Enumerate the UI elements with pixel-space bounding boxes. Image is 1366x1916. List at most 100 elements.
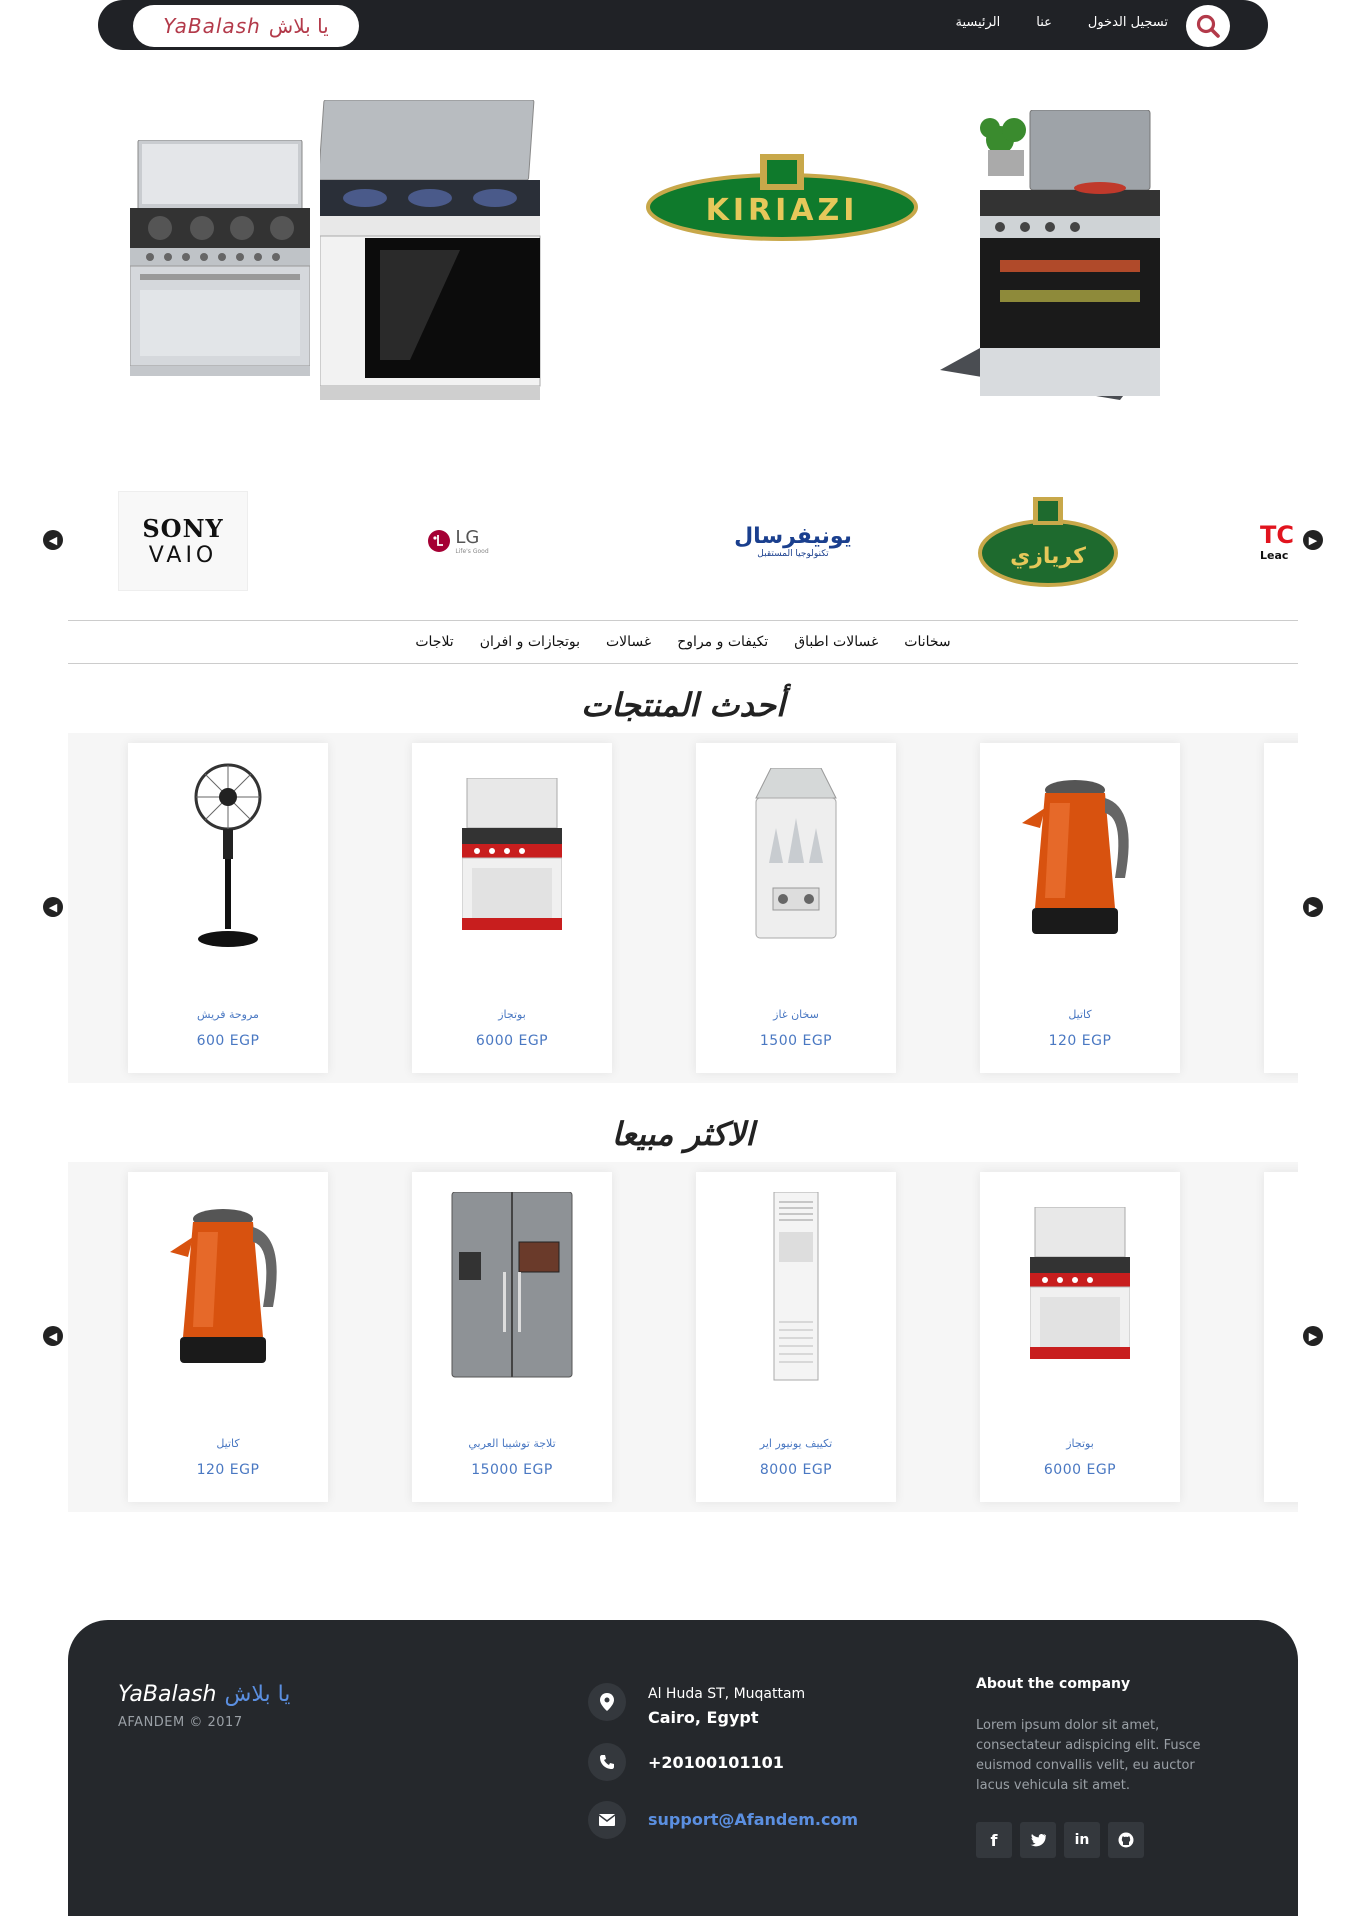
product-price: 120 EGP <box>196 1462 260 1478</box>
stove-icon <box>1030 1207 1130 1359</box>
product-card[interactable]: مروحة فريش 600 EGP <box>128 743 328 1073</box>
stove-image <box>130 140 310 376</box>
brand-arabic: يا بلاش <box>268 14 329 38</box>
address-line1: Al Huda ST, Muqattam <box>648 1686 806 1702</box>
product-image <box>980 1192 1180 1382</box>
nav-login[interactable]: تسجيل الدخول <box>1088 15 1168 30</box>
best-sellers-title: الاكثر مبيعا <box>611 1115 755 1153</box>
phone-icon-wrap <box>588 1743 626 1781</box>
vaio-label: VAIO <box>148 543 218 568</box>
product-card[interactable]: تلاجة توشيبا العربي 15000 EGP <box>412 1172 612 1502</box>
footer-brand[interactable]: YaBalash يا بلاش <box>118 1682 290 1707</box>
twitter-button[interactable] <box>1020 1822 1056 1858</box>
stove-image <box>940 110 1160 400</box>
product-price: 600 EGP <box>196 1033 260 1049</box>
address-line2: Cairo, Egypt <box>648 1708 759 1727</box>
lg-tagline: Life's Good <box>455 548 489 555</box>
product-price: 6000 EGP <box>475 1033 549 1049</box>
product-image <box>128 1192 328 1382</box>
about-text: Lorem ipsum dolor sit amet, consectateur… <box>976 1718 1201 1793</box>
phone-number[interactable]: +20100101101 <box>648 1753 784 1772</box>
brand-next-arrow[interactable]: ▶ <box>1303 530 1323 550</box>
kiriazi-logo: KIRIAZI <box>646 154 918 241</box>
sony-label: SONY <box>142 514 224 543</box>
location-icon <box>600 1693 614 1711</box>
lg-logo-icon <box>428 530 451 552</box>
product-card[interactable]: كاتيل 120 EGP <box>128 1172 328 1502</box>
universal-label: يونيفرسال <box>734 523 852 549</box>
brand-lg[interactable]: LG Life's Good <box>398 491 518 591</box>
category-dishwashers[interactable]: غسالات اطباق <box>794 634 878 650</box>
github-button[interactable] <box>1108 1822 1144 1858</box>
product-card-partial[interactable] <box>1264 743 1298 1073</box>
product-image <box>412 763 612 953</box>
page: تسجيل الدخول عنا الرئيسية YaBalash يا بل… <box>0 0 1366 1916</box>
brand-prev-arrow[interactable]: ◀ <box>43 530 63 550</box>
category-fridges[interactable]: تلاجات <box>415 634 453 650</box>
footer: YaBalash يا بلاش AFANDEM © 2017 Al Huda … <box>68 1620 1298 1916</box>
product-card-partial[interactable] <box>1264 1172 1298 1502</box>
best-prev-arrow[interactable]: ◀ <box>43 1326 63 1346</box>
latest-prev-arrow[interactable]: ◀ <box>43 897 63 917</box>
chevron-right-icon: ▶ <box>1308 533 1318 547</box>
category-washers[interactable]: غسالات <box>606 634 651 650</box>
phone-icon <box>600 1755 614 1769</box>
product-name: كاتيل <box>216 1437 240 1450</box>
brand-logo[interactable]: YaBalash يا بلاش <box>133 5 359 47</box>
brand-carousel: ◀ ▶ SONY VAIO LG Life's Good يونيفرسال ت… <box>43 485 1323 595</box>
kettle-icon <box>170 1209 277 1363</box>
chevron-right-icon: ▶ <box>1308 900 1318 914</box>
universal-tagline: تكنولوجيا المستقبل <box>757 548 829 559</box>
category-stoves-ovens[interactable]: بوتجازات و افران <box>480 634 580 650</box>
facebook-button[interactable]: f <box>976 1822 1012 1858</box>
best-sellers-carousel: كاتيل 120 EGP تلاجة توشيبا العربي 15000 … <box>68 1162 1298 1512</box>
category-ac-fans[interactable]: تكيفات و مراوح <box>677 634 768 650</box>
latest-products-carousel: مروحة فريش 600 EGP بوتجاز 6000 EGP سخان … <box>68 733 1298 1083</box>
linkedin-icon: in <box>1074 1832 1090 1848</box>
brand-sony-vaio[interactable]: SONY VAIO <box>118 491 248 591</box>
best-next-arrow[interactable]: ▶ <box>1303 1326 1323 1346</box>
brand-latin: YaBalash <box>163 14 261 38</box>
product-name: تكييف يونيور اير <box>759 1437 833 1450</box>
search-button[interactable] <box>1186 5 1230 47</box>
fridge-icon <box>451 1192 573 1378</box>
product-name: مروحة فريش <box>197 1008 259 1021</box>
kiriazi-logo-text: KIRIAZI <box>706 193 859 228</box>
heater-icon <box>755 768 837 939</box>
product-price: 120 EGP <box>1048 1033 1112 1049</box>
product-name: تلاجة توشيبا العربي <box>468 1437 556 1450</box>
product-price: 15000 EGP <box>471 1462 553 1478</box>
product-name: سخان غاز <box>773 1008 819 1021</box>
product-card[interactable]: بوتجاز 6000 EGP <box>980 1172 1180 1502</box>
nav-home[interactable]: الرئيسية <box>955 15 1000 30</box>
brand-tcl[interactable]: TC Leac <box>1260 491 1298 591</box>
product-image <box>980 763 1180 953</box>
tcl-sub: Leac <box>1260 548 1289 562</box>
category-heaters[interactable]: سخانات <box>904 634 950 650</box>
product-card[interactable]: كاتيل 120 EGP <box>980 743 1180 1073</box>
nav-about[interactable]: عنا <box>1036 15 1052 30</box>
stove-icon <box>462 778 562 930</box>
category-menu: سخانات غسالات اطباق تكيفات و مراوح غسالا… <box>68 620 1298 664</box>
twitter-icon <box>1030 1834 1046 1847</box>
product-image <box>412 1192 612 1382</box>
linkedin-button[interactable]: in <box>1064 1822 1100 1858</box>
product-card[interactable]: سخان غاز 1500 EGP <box>696 743 896 1073</box>
product-price: 6000 EGP <box>1043 1462 1117 1478</box>
top-navbar: تسجيل الدخول عنا الرئيسية YaBalash يا بل… <box>98 0 1268 50</box>
brand-universal[interactable]: يونيفرسال تكنولوجيا المستقبل <box>708 491 878 591</box>
about-title: About the company <box>976 1676 1131 1692</box>
email-link[interactable]: support@Afandem.com <box>648 1810 858 1829</box>
chevron-left-icon: ◀ <box>48 533 58 547</box>
brand-kiriazi[interactable]: كريازي <box>973 491 1123 591</box>
kiriazi-brand-text: كريازي <box>1010 544 1086 569</box>
latest-next-arrow[interactable]: ▶ <box>1303 897 1323 917</box>
product-image <box>128 763 328 953</box>
copyright: AFANDEM © 2017 <box>118 1715 243 1730</box>
product-card[interactable]: تكييف يونيور اير 8000 EGP <box>696 1172 896 1502</box>
tcl-label: TC <box>1260 520 1294 549</box>
footer-brand-arabic: يا بلاش <box>224 1682 291 1707</box>
product-price: 1500 EGP <box>759 1033 833 1049</box>
product-card[interactable]: بوتجاز 6000 EGP <box>412 743 612 1073</box>
product-name: بوتجاز <box>1066 1437 1094 1450</box>
